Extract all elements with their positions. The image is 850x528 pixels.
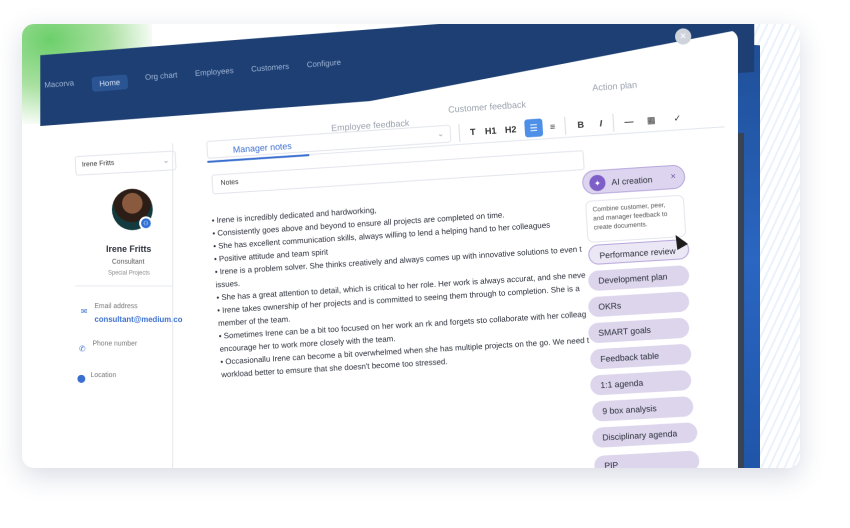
notes-label: Notes (220, 179, 238, 187)
toolbar-separator (612, 114, 614, 132)
profile-role: Consultant (112, 259, 145, 266)
close-icon[interactable]: × (670, 171, 676, 181)
check-icon[interactable]: ✓ (669, 109, 686, 128)
chevron-down-icon: ⌄ (437, 129, 444, 138)
employee-select-value: Irene Fritts (82, 160, 115, 169)
nav-home[interactable]: Home (91, 74, 128, 92)
nav-configure[interactable]: Configure (306, 58, 341, 75)
org-chart-icon[interactable]: ⚇ (139, 216, 153, 230)
heading1-button[interactable]: H1 (482, 121, 499, 140)
nav-customers[interactable]: Customers (251, 62, 290, 80)
profile-department: Special Projects (108, 271, 150, 277)
horizontal-rule-icon[interactable]: — (620, 112, 637, 131)
app-scene: Macorva Home Org chart Employees Custome… (31, 24, 800, 468)
ai-creation-description: Combine customer, peer, and manager feed… (585, 195, 686, 243)
nav-employees[interactable]: Employees (195, 66, 235, 84)
chevron-down-icon: ⌄ (162, 156, 169, 165)
text-style-button[interactable]: T (464, 123, 481, 142)
mail-icon: ✉ (81, 307, 87, 316)
profile-divider (75, 285, 172, 286)
table-icon[interactable]: ▦ (643, 110, 660, 129)
bold-button[interactable]: B (572, 115, 589, 134)
nav-org-chart[interactable]: Org chart (145, 70, 178, 87)
phone-label: Phone number (93, 341, 138, 348)
location-label: Location (91, 372, 117, 379)
panel-divider (172, 143, 173, 468)
numbered-list-icon[interactable]: ≡ (544, 117, 561, 136)
ai-creation-label: AI creation (611, 174, 653, 187)
email-label: Email address (94, 303, 137, 310)
toolbar-separator (564, 117, 566, 135)
italic-button[interactable]: I (592, 114, 609, 133)
notes-editor[interactable]: • Irene is incredibly dedicated and hard… (211, 189, 618, 382)
brand-logo[interactable]: Macorva (44, 79, 75, 96)
lightbulb-icon: ✦ (589, 174, 606, 191)
bullet-list-icon[interactable]: ☰ (524, 118, 543, 137)
close-icon[interactable]: × (675, 28, 691, 44)
profile-name: Irene Fritts (106, 244, 151, 254)
phone-icon: ✆ (79, 344, 85, 353)
toolbar-separator (458, 124, 460, 142)
screenshot-card: Macorva Home Org chart Employees Custome… (22, 24, 800, 468)
email-value[interactable]: consultant@medium.co (94, 315, 182, 324)
heading2-button[interactable]: H2 (502, 120, 519, 139)
location-pin-icon: ⬤ (77, 374, 86, 383)
